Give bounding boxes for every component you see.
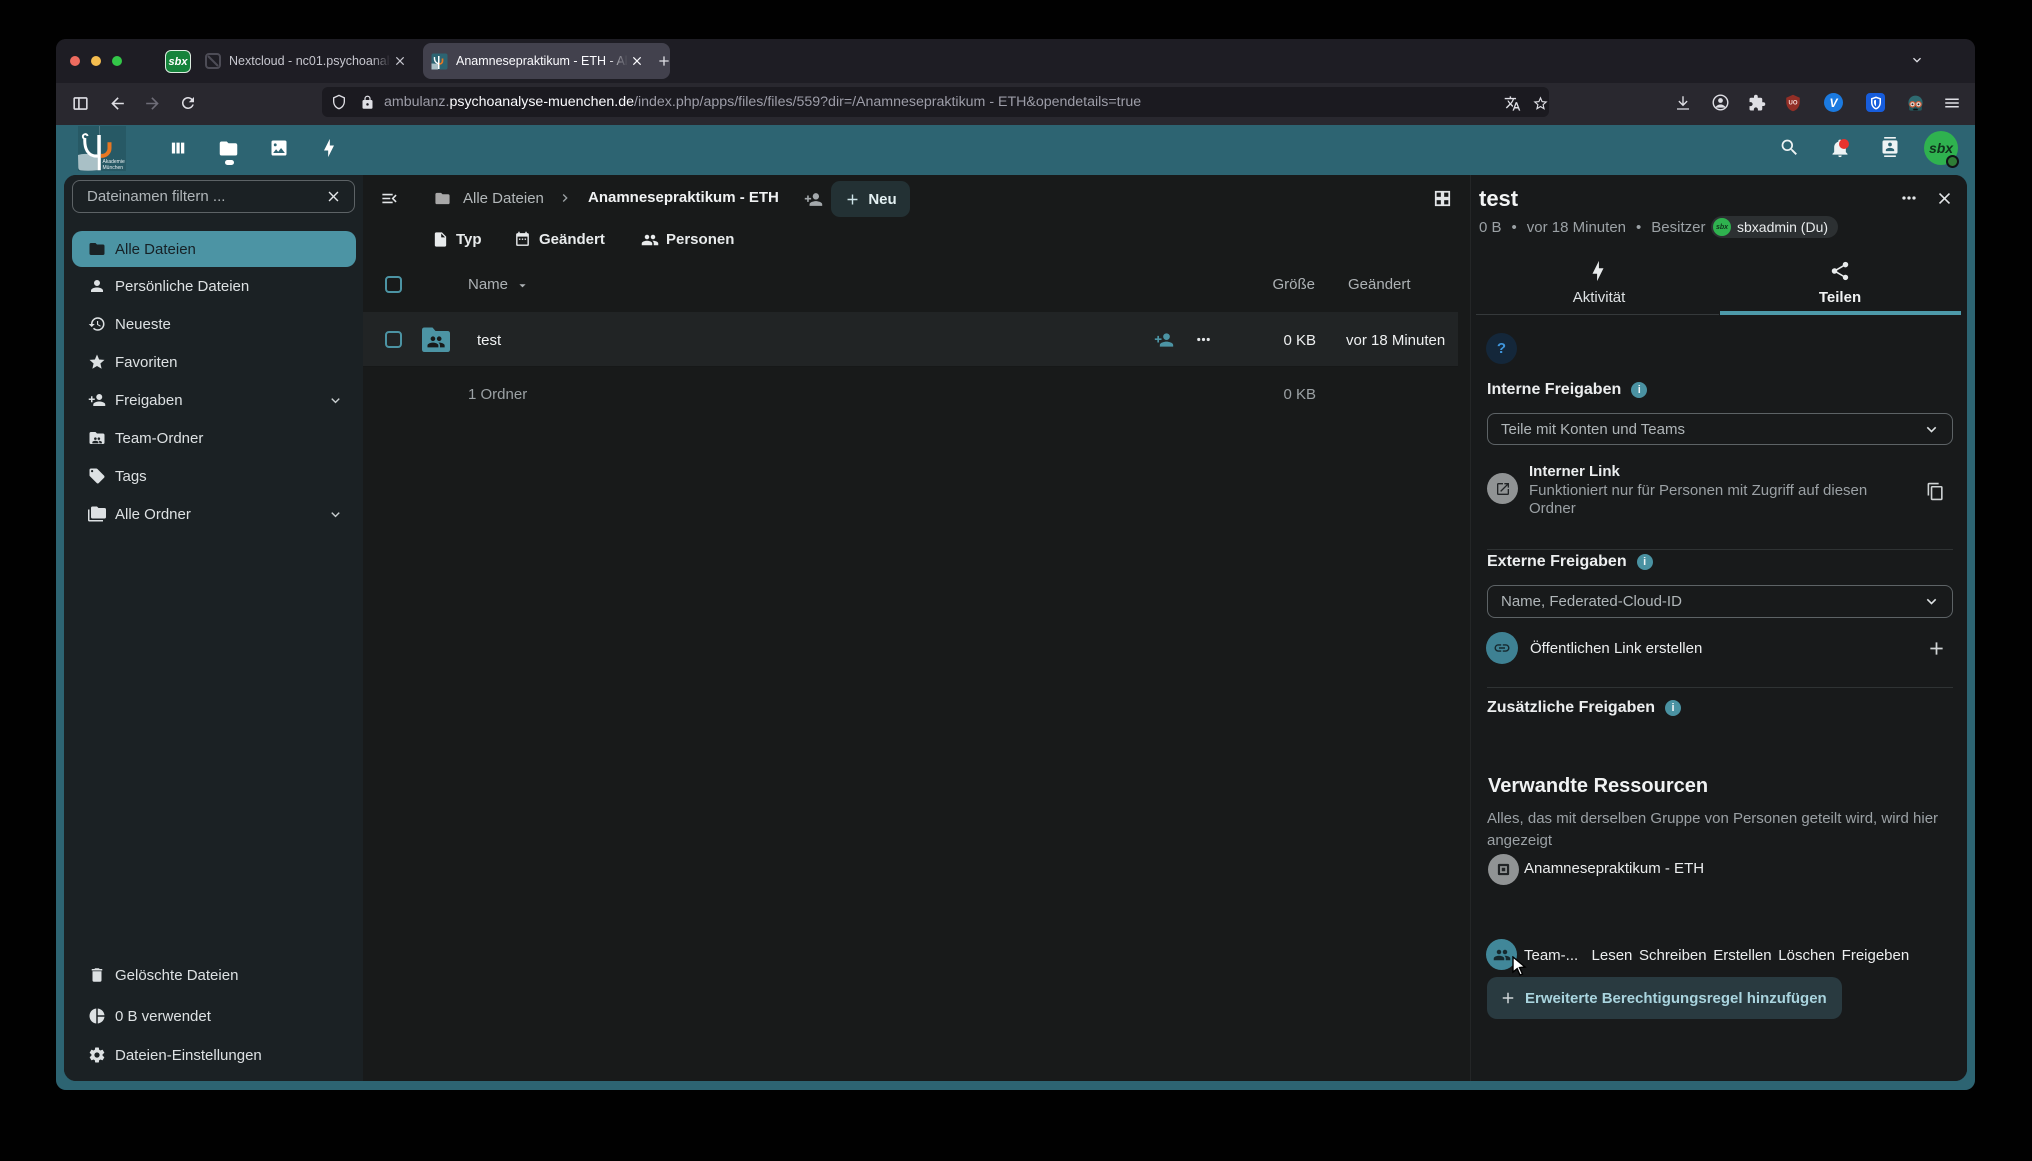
svg-text:UO: UO (1789, 101, 1798, 107)
svg-text:München: München (103, 165, 124, 171)
